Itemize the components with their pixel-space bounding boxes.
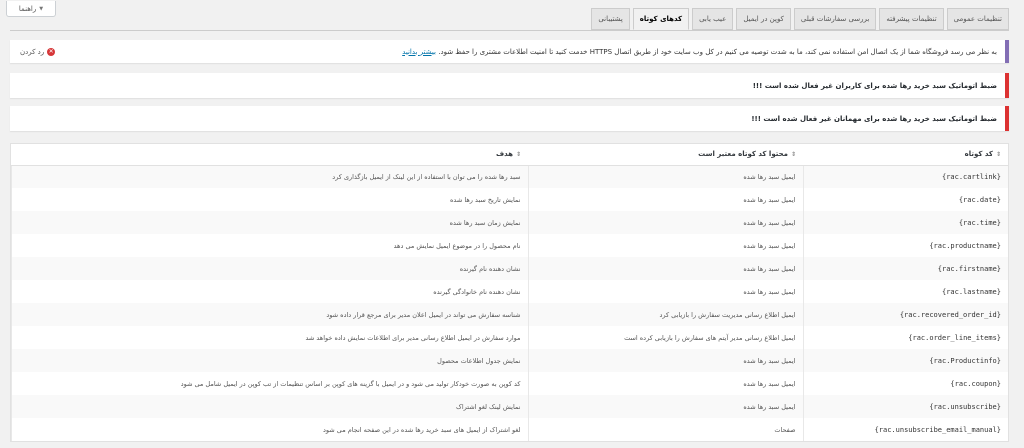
purpose-cell: نمایش تاریخ سبد رها شده bbox=[11, 188, 528, 211]
shortcodes-table: ⇕کد کوتاه ⇕محتوا کد کوتاه معتبر است ⇕هدف… bbox=[10, 143, 1009, 442]
tab-support[interactable]: پشتیبانی bbox=[591, 8, 630, 30]
content-cell: ایمیل سبد رها شده bbox=[527, 165, 803, 188]
purpose-cell: لغو اشتراک از ایمیل های سبد خرید رها شده… bbox=[11, 418, 528, 441]
shortcode-cell: {rac.Productinfo} bbox=[802, 349, 1008, 372]
purpose-cell: نام محصول را در موضوع ایمیل نمایش می دهد bbox=[11, 234, 528, 257]
table-row: {rac.unsubscribe} ایمیل سبد رها شده نمایش … bbox=[11, 395, 1008, 418]
dismiss-button[interactable]: ✕ رد کردن bbox=[20, 47, 56, 56]
content-cell: ایمیل سبد رها شده bbox=[527, 395, 803, 418]
shortcode-cell: {rac.recovered_order_id} bbox=[802, 303, 1008, 326]
help-button[interactable]: راهنما ▼ bbox=[6, 1, 56, 17]
notice-guests-disabled: ضبط اتوماتیک سبد خرید رها شده برای مهمان… bbox=[10, 106, 1009, 131]
tabs-divider bbox=[10, 30, 1009, 31]
tab-shortcodes[interactable]: کدهای کوتاه bbox=[632, 8, 690, 30]
purpose-cell: نمایش زمان سبد رها شده bbox=[11, 211, 528, 234]
shortcode-cell: {rac.unsubscribe} bbox=[802, 395, 1008, 418]
shortcode-cell: {rac.order_line_items} bbox=[802, 326, 1008, 349]
https-notice-message: به نظر می رسد فروشگاه شما از یک اتصال ام… bbox=[402, 48, 997, 56]
close-icon: ✕ bbox=[47, 47, 56, 56]
table-row: {rac.productname} ایمیل سبد رها شده نام مح… bbox=[11, 234, 1008, 257]
shortcode-cell: {rac.coupon} bbox=[802, 372, 1008, 395]
shortcode-cell: {rac.lastname} bbox=[802, 280, 1008, 303]
purpose-cell: نشان دهنده نام گیرنده bbox=[11, 257, 528, 280]
tab-previous-orders[interactable]: بررسی سفارشات قبلی bbox=[793, 8, 877, 30]
table-row: {rac.recovered_order_id} ایمیل اطلاع رسان… bbox=[11, 303, 1008, 326]
sort-icon: ⇕ bbox=[790, 151, 796, 159]
purpose-cell: شناسه سفارش می تواند در ایمیل اعلان مدیر… bbox=[11, 303, 528, 326]
tab-email-coupon[interactable]: کوپن در ایمیل bbox=[736, 8, 791, 30]
purpose-cell: کد کوپن به صورت خودکار تولید می شود و در… bbox=[11, 372, 528, 395]
content-cell: ایمیل اطلاع رسانی مدیریت سفارش را بازیاب… bbox=[527, 303, 803, 326]
chevron-down-icon: ▼ bbox=[39, 5, 44, 12]
purpose-cell: موارد سفارش در ایمیل اطلاع رسانی مدیر بر… bbox=[11, 326, 528, 349]
shortcode-cell: {rac.firstname} bbox=[802, 257, 1008, 280]
table-row: {rac.order_line_items} ایمیل اطلاع رسانی … bbox=[11, 326, 1008, 349]
content-cell: ایمیل سبد رها شده bbox=[527, 211, 803, 234]
column-header-purpose[interactable]: ⇕هدف bbox=[11, 144, 528, 166]
notice-users-disabled: ضبط اتوماتیک سبد خرید رها شده برای کاربر… bbox=[10, 73, 1009, 98]
table-row: {rac.unsubscribe_email_manual} صفحات لغو ا… bbox=[11, 418, 1008, 441]
table-row: {rac.time} ایمیل سبد رها شده نمایش زمان سب… bbox=[11, 211, 1008, 234]
table-row: {rac.coupon} ایمیل سبد رها شده کد کوپن به … bbox=[11, 372, 1008, 395]
help-button-label: راهنما bbox=[18, 4, 37, 13]
table-row: {rac.firstname} ایمیل سبد رها شده نشان دهن… bbox=[11, 257, 1008, 280]
column-header-content[interactable]: ⇕محتوا کد کوتاه معتبر است bbox=[528, 144, 803, 166]
content-cell: ایمیل اطلاع رسانی مدیر آیتم های سفارش را… bbox=[527, 326, 803, 349]
content-cell: ایمیل سبد رها شده bbox=[527, 349, 803, 372]
tab-advanced-settings[interactable]: تنظیمات پیشرفته bbox=[879, 8, 944, 30]
table-header-row: ⇕کد کوتاه ⇕محتوا کد کوتاه معتبر است ⇕هدف bbox=[11, 144, 1008, 166]
tab-troubleshooting[interactable]: عیب یابی bbox=[692, 8, 734, 30]
learn-more-link[interactable]: بیشتر بدانید bbox=[402, 48, 436, 56]
table-row: {rac.lastname} ایمیل سبد رها شده نشان دهند… bbox=[11, 280, 1008, 303]
table-row: {rac.cartlink} ایمیل سبد رها شده سبد رها ش… bbox=[11, 165, 1008, 188]
table-row: {rac.Productinfo} ایمیل سبد رها شده نمایش … bbox=[11, 349, 1008, 372]
purpose-cell: سبد رها شده را می توان با استفاده از این… bbox=[11, 165, 528, 188]
sort-icon: ⇕ bbox=[515, 151, 521, 159]
dismiss-label: رد کردن bbox=[20, 47, 45, 56]
table-row: {rac.date} ایمیل سبد رها شده نمایش تاریخ س… bbox=[11, 188, 1008, 211]
content-cell: ایمیل سبد رها شده bbox=[527, 280, 803, 303]
shortcode-cell: {rac.date} bbox=[802, 188, 1008, 211]
column-header-code[interactable]: ⇕کد کوتاه bbox=[803, 144, 1008, 166]
content-cell: ایمیل سبد رها شده bbox=[527, 234, 803, 257]
purpose-cell: نمایش جدول اطلاعات محصول bbox=[11, 349, 528, 372]
content-cell: ایمیل سبد رها شده bbox=[527, 188, 803, 211]
purpose-cell: نشان دهنده نام خانوادگی گیرنده bbox=[11, 280, 528, 303]
shortcode-cell: {rac.productname} bbox=[802, 234, 1008, 257]
shortcode-cell: {rac.cartlink} bbox=[802, 165, 1008, 188]
https-notice: به نظر می رسد فروشگاه شما از یک اتصال ام… bbox=[10, 40, 1009, 63]
sort-icon: ⇕ bbox=[995, 151, 1001, 159]
settings-tabs: تنظیمات عمومی تنظیمات پیشرفته بررسی سفار… bbox=[591, 8, 1009, 30]
content-cell: ایمیل سبد رها شده bbox=[527, 372, 803, 395]
https-notice-text: به نظر می رسد فروشگاه شما از یک اتصال ام… bbox=[438, 47, 997, 56]
tab-general-settings[interactable]: تنظیمات عمومی bbox=[946, 8, 1009, 30]
purpose-cell: نمایش لینک لغو اشتراک bbox=[11, 395, 528, 418]
content-cell: ایمیل سبد رها شده bbox=[527, 257, 803, 280]
shortcode-cell: {rac.unsubscribe_email_manual} bbox=[802, 418, 1008, 441]
content-cell: صفحات bbox=[527, 418, 803, 441]
shortcode-cell: {rac.time} bbox=[802, 211, 1008, 234]
